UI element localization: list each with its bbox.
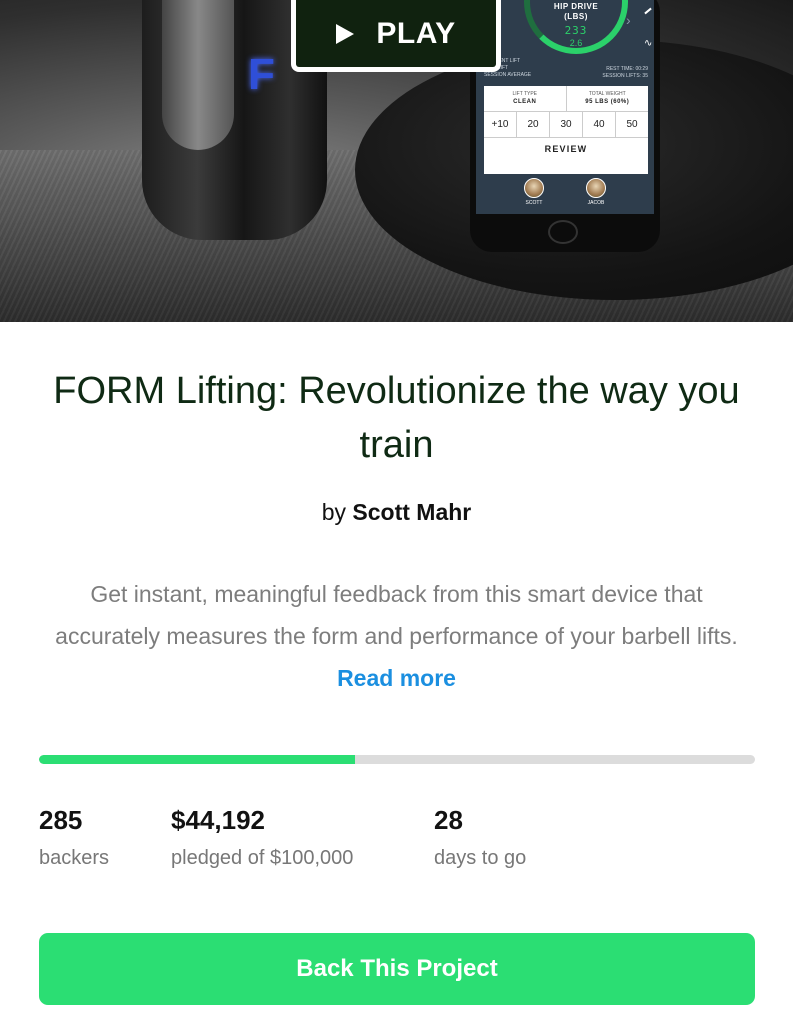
weight-option: 50 — [615, 112, 648, 137]
session-lifts: SESSION LIFTS: 35 — [602, 73, 648, 79]
phone-screen: HIP DRIVE (LBS) 233 2.6 › ∿ CURRENT LIFT… — [476, 0, 654, 214]
play-icon — [336, 23, 355, 44]
total-weight-value: 95 LBS (60%) — [585, 99, 630, 105]
byline: by Scott Mahr — [0, 499, 793, 526]
backers-count: 285 — [39, 805, 83, 835]
lift-settings-card: LIFT TYPE CLEAN TOTAL WEIGHT 95 LBS (60%… — [484, 86, 648, 174]
by-prefix: by — [321, 499, 347, 525]
form-logo: F — [248, 50, 275, 99]
hip-drive-value: 233 — [564, 24, 588, 37]
weight-option: 40 — [582, 112, 615, 137]
project-title: FORM Lifting: Revolutionize the way you … — [53, 370, 740, 466]
lift-type-label: LIFT TYPE — [512, 91, 538, 97]
play-video-button[interactable]: PLAY — [291, 0, 501, 72]
back-project-button[interactable]: Back This Project — [39, 933, 755, 1005]
hip-drive-panel: HIP DRIVE (LBS) 233 2.6 › ∿ CURRENT LIFT… — [476, 0, 654, 82]
collar-hole — [162, 0, 234, 150]
weight-option: 30 — [549, 112, 582, 137]
user-scott: SCOTT — [512, 178, 556, 206]
funding-progress-bar — [39, 755, 755, 764]
phone-users: SCOTT JACOB — [476, 178, 654, 206]
funding-progress-fill — [39, 755, 356, 764]
review-label: REVIEW — [544, 144, 588, 154]
avatar — [586, 178, 606, 198]
session-info: REST TIME: 00:29 SESSION LIFTS: 35 — [602, 66, 648, 80]
hip-drive-sub-value: 2.6 — [569, 38, 583, 48]
rest-time: REST TIME: 00:29 — [606, 66, 648, 72]
play-label: PLAY — [376, 16, 456, 50]
days-stat: 28 days to go — [434, 803, 526, 873]
pledged-stat: $44,192 pledged of $100,000 — [171, 803, 353, 873]
lift-type-value: CLEAN — [513, 99, 537, 105]
legend-item: SESSION AVERAGE — [484, 72, 532, 78]
backers-label: backers — [39, 847, 110, 869]
weight-option: +10 — [491, 119, 509, 130]
chevron-right-icon: › — [626, 12, 631, 28]
total-weight-cell: TOTAL WEIGHT 95 LBS (60%) — [565, 86, 649, 111]
project-video-hero[interactable]: F HIP DRIVE (LBS) 233 2.6 › ∿ CURRENT LI… — [0, 0, 793, 322]
days-label: days to go — [434, 847, 527, 869]
weight-option: 20 — [516, 112, 549, 137]
edit-icon — [644, 7, 652, 15]
weight-options: +10 20 30 40 50 — [484, 112, 648, 138]
avatar — [524, 178, 544, 198]
author-name[interactable]: Scott Mahr — [352, 499, 471, 525]
waveform-icon: ∿ — [644, 38, 653, 49]
user-jacob: JACOB — [574, 178, 618, 206]
project-description: Get instant, meaningful feedback from th… — [36, 573, 757, 699]
backers-stat: 285 backers — [39, 803, 109, 873]
pledged-label: pledged of $100,000 — [171, 847, 354, 869]
lift-type-cell: LIFT TYPE CLEAN — [484, 86, 566, 111]
total-weight-label: TOTAL WEIGHT — [588, 91, 626, 97]
pledged-amount: $44,192 — [171, 805, 265, 835]
read-more-link[interactable]: Read more — [337, 665, 456, 691]
user-name: SCOTT — [525, 200, 543, 206]
phone-home-button — [548, 220, 578, 244]
user-name: JACOB — [587, 200, 605, 206]
hip-drive-unit: (LBS) — [564, 12, 588, 21]
days-count: 28 — [434, 805, 463, 835]
description-text: Get instant, meaningful feedback from th… — [55, 581, 738, 649]
hip-drive-title: HIP DRIVE — [553, 2, 599, 11]
